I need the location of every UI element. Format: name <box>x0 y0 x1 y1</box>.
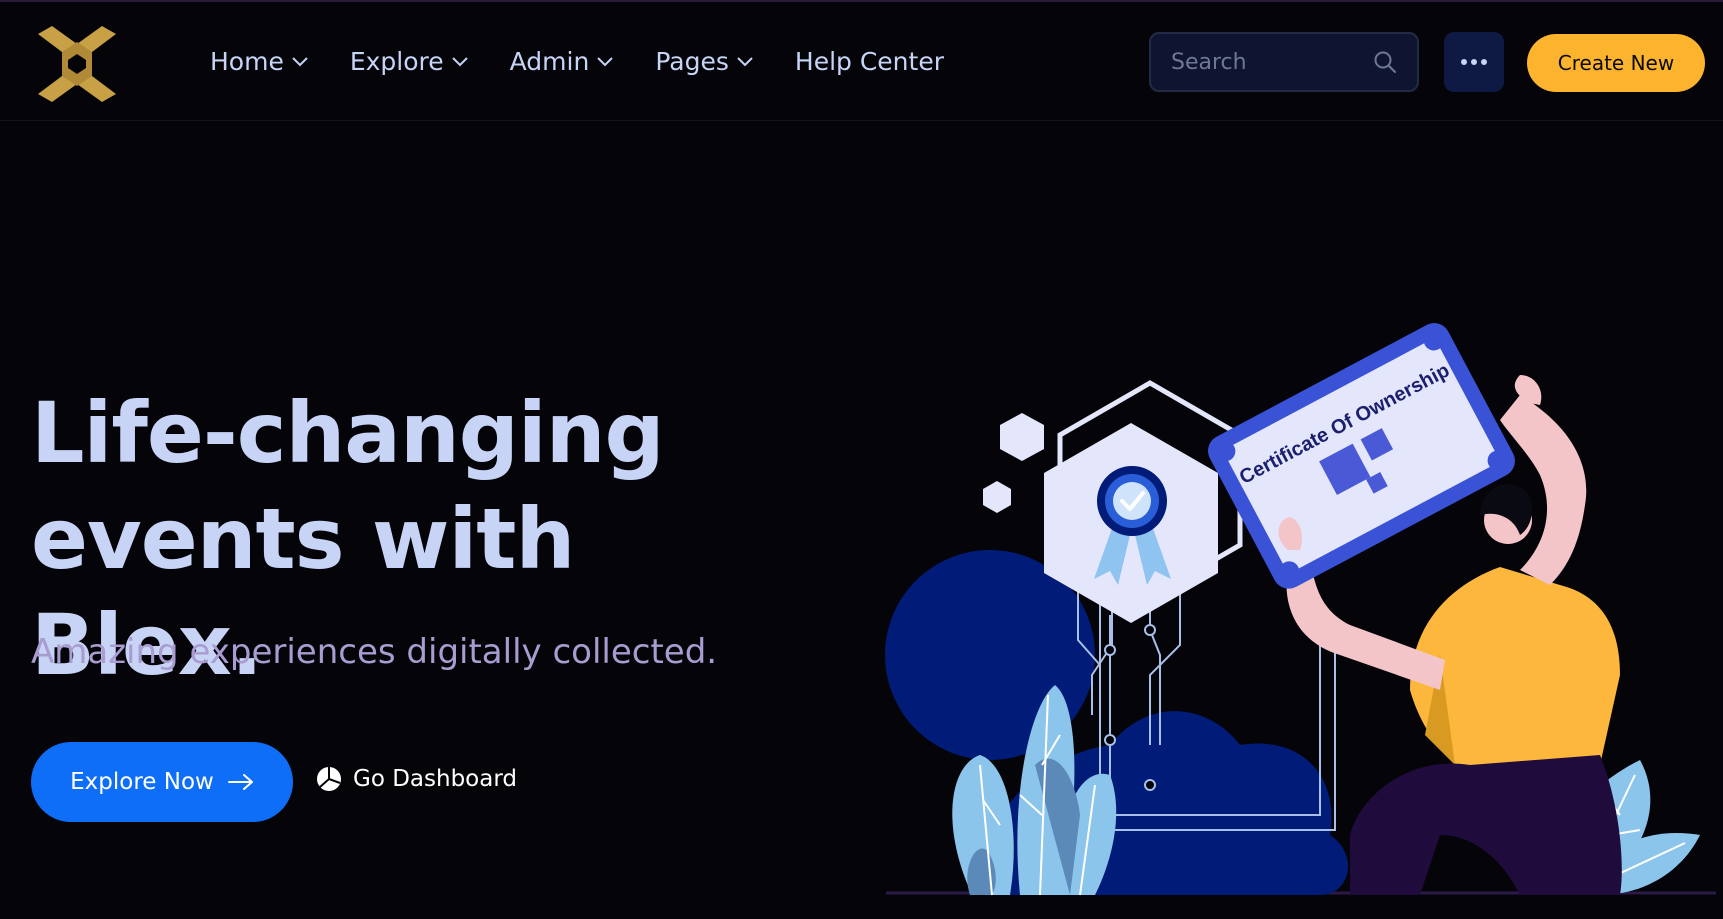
search-input[interactable] <box>1171 34 1371 90</box>
certificate-illustration: Certificate Of Ownership <box>885 323 1716 896</box>
nav-help-center[interactable]: Help Center <box>795 47 944 76</box>
nav-label: Explore <box>349 47 444 76</box>
main-nav: Home Explore Admin Pages Help Center <box>210 2 944 121</box>
nav-pages[interactable]: Pages <box>655 47 753 76</box>
more-options-button[interactable] <box>1444 32 1504 92</box>
chevron-down-icon <box>737 56 753 67</box>
hero-subtitle: Amazing experiences digitally collected. <box>31 632 718 672</box>
nav-label: Pages <box>655 47 729 76</box>
pie-chart-icon <box>317 767 341 791</box>
create-new-button[interactable]: Create New <box>1527 34 1705 92</box>
chevron-down-icon <box>451 56 468 67</box>
arrow-right-icon <box>227 774 253 790</box>
top-navbar: Home Explore Admin Pages Help Center Cr <box>0 2 1723 121</box>
brand-logo[interactable] <box>34 22 120 106</box>
chevron-down-icon <box>292 56 308 67</box>
explore-now-button[interactable]: Explore Now <box>31 742 293 822</box>
go-dashboard-link[interactable]: Go Dashboard <box>316 766 517 792</box>
more-dots-icon <box>1461 59 1467 65</box>
nav-explore[interactable]: Explore <box>350 47 468 76</box>
nav-label: Home <box>210 47 284 76</box>
search-box <box>1149 32 1419 92</box>
nav-label: Admin <box>509 47 590 76</box>
search-icon[interactable] <box>1373 50 1397 74</box>
nav-label: Help Center <box>794 47 944 76</box>
nav-admin[interactable]: Admin <box>510 47 614 76</box>
go-dashboard-label: Go Dashboard <box>353 766 517 792</box>
nav-home[interactable]: Home <box>210 47 308 76</box>
chevron-down-icon <box>597 56 614 67</box>
hero-title-line-1: Life-changing <box>31 384 665 482</box>
explore-now-label: Explore Now <box>70 769 214 795</box>
logo-x-icon <box>38 26 116 102</box>
